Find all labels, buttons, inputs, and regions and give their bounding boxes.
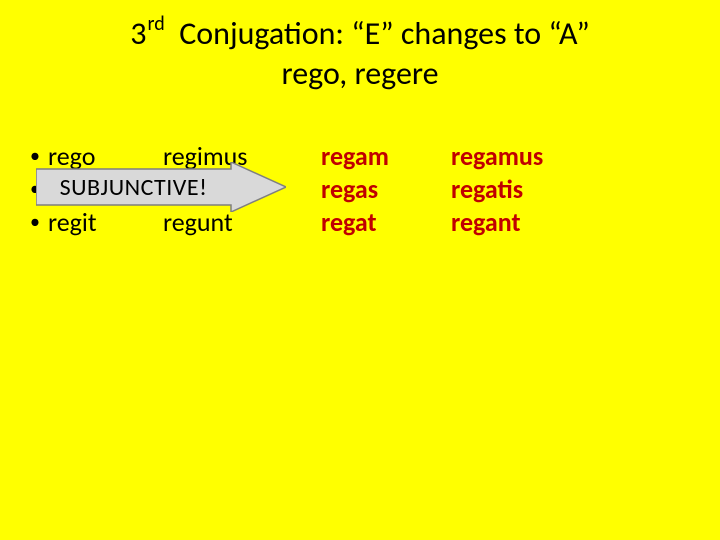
title-line1: Conjugation: “E” changes to “A”: [179, 14, 590, 53]
title-ordinal: 3rd: [130, 14, 164, 53]
callout-label: SUBJUNCTIVE!: [36, 162, 231, 212]
subjunctive-callout: SUBJUNCTIVE!: [36, 162, 286, 212]
subjunctive-singular: regas: [321, 173, 451, 206]
subjunctive-plural: regamus: [451, 140, 601, 173]
title-line2: rego, regere: [281, 54, 438, 93]
title-ordinal-num: 3: [130, 14, 146, 53]
subjunctive-plural: regatis: [451, 173, 601, 206]
subjunctive-plural: regant: [451, 206, 601, 239]
subjunctive-singular: regam: [321, 140, 451, 173]
slide-title: 3rd Conjugation: “E” changes to “A” rego…: [0, 0, 720, 94]
title-ordinal-sup: rd: [148, 12, 165, 36]
subjunctive-singular: regat: [321, 206, 451, 239]
